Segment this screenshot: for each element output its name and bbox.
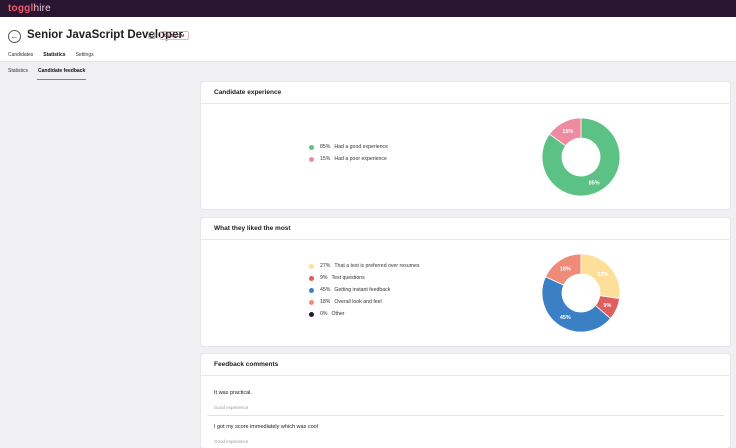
experience-donut-chart: 85% 15%	[541, 117, 621, 197]
legend-pct: 27%	[320, 263, 331, 269]
comment-text: It was practical.	[214, 390, 252, 396]
comment-item: I got my score immediately which was coo…	[201, 424, 730, 444]
comment-item: It was practical. Good experience	[201, 390, 730, 410]
legend-item: 18% Overall look and feel	[309, 296, 419, 308]
legend-pct: 45%	[320, 287, 331, 293]
legend-dot	[309, 263, 314, 269]
legend-dot	[309, 311, 314, 317]
divider	[207, 415, 724, 416]
comment-experience-label: Good experience	[214, 405, 249, 410]
donut-data-label: 85%	[589, 181, 600, 187]
legend-label: That a test is preferred over resumes	[334, 263, 420, 269]
legend-item: 27% That a test is preferred over resume…	[309, 260, 419, 272]
top-bar: togglhire	[0, 0, 736, 17]
legend-pct: 9%	[320, 275, 328, 281]
legend-pct: 85%	[320, 144, 331, 150]
tab-statistics[interactable]: Statistics	[43, 52, 66, 63]
legend-item: 15% Had a poor experience	[309, 153, 388, 165]
card-title: Feedback comments	[201, 354, 730, 376]
donut-data-label: 18%	[560, 266, 571, 272]
legend-item: 45% Getting instant feedback	[309, 284, 419, 296]
legend-dot	[309, 299, 314, 305]
liked-legend: 27% That a test is preferred over resume…	[309, 260, 419, 320]
legend-item: 9% Test questions	[309, 272, 419, 284]
donut-data-label: 15%	[562, 129, 573, 135]
legend-label: Had a poor experience	[334, 156, 387, 162]
donut-data-label: 45%	[560, 315, 571, 321]
comment-text: I got my score immediately which was coo…	[214, 424, 318, 430]
legend-dot	[309, 144, 314, 150]
legend-label: Had a good experience	[334, 144, 389, 150]
comment-experience-label: Good experience	[214, 439, 249, 444]
arrow-left-icon: ←	[10, 32, 19, 41]
legend-item: 85% Had a good experience	[309, 141, 388, 153]
legend-label: Other	[331, 311, 345, 317]
tab-candidates[interactable]: Candidates	[8, 52, 33, 61]
subtab-candidate-feedback[interactable]: Candidate feedback	[36, 68, 87, 80]
main-tabs: Candidates Statistics Settings	[8, 52, 94, 63]
card-title: Candidate experience	[201, 82, 730, 104]
legend-dot	[309, 287, 314, 293]
legend-pct: 0%	[320, 311, 328, 317]
legend-label: Test questions	[331, 275, 365, 281]
liked-most-card: What they liked the most 27% That a test…	[201, 218, 730, 346]
legend-pct: 18%	[320, 299, 331, 305]
edit-icon[interactable]	[148, 32, 156, 40]
sub-tabs: Statistics Candidate feedback	[0, 62, 736, 80]
legend-dot	[309, 156, 314, 162]
page-header: ← Senior JavaScript Developer CUSTOM Can…	[0, 17, 736, 63]
legend-label: Getting instant feedback	[334, 287, 391, 293]
legend-label: Overall look and feel	[334, 299, 382, 305]
legend-dot	[309, 275, 314, 281]
custom-badge: CUSTOM	[160, 31, 189, 40]
legend-pct: 15%	[320, 156, 331, 162]
tab-settings[interactable]: Settings	[76, 52, 94, 61]
back-button[interactable]: ←	[8, 30, 21, 43]
donut-data-label: 27%	[597, 272, 608, 278]
toggl-hire-logo[interactable]: togglhire	[8, 3, 51, 14]
donut-data-label: 9%	[603, 303, 611, 309]
legend-item: 0% Other	[309, 308, 419, 320]
candidate-experience-card: Candidate experience 85% Had a good expe…	[201, 82, 730, 209]
card-title: What they liked the most	[201, 218, 730, 240]
liked-donut-chart: 27% 9% 45% 18%	[541, 253, 621, 333]
subtab-statistics[interactable]: Statistics	[8, 68, 28, 74]
experience-legend: 85% Had a good experience 15% Had a poor…	[309, 141, 388, 165]
feedback-comments-card: Feedback comments It was practical. Good…	[201, 354, 730, 448]
